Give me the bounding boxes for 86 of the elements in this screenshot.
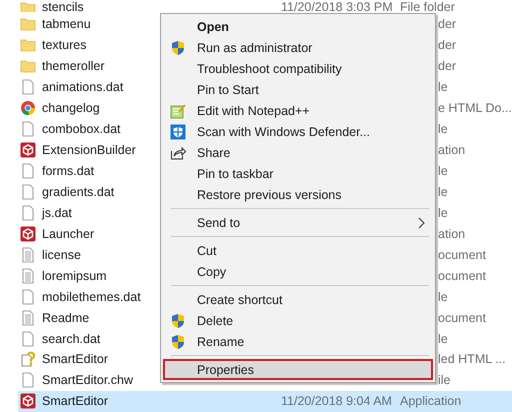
menu-item[interactable]: Troubleshoot compatibility	[163, 58, 433, 79]
shield-icon	[170, 40, 186, 56]
menu-item[interactable]: Pin to taskbar	[163, 163, 433, 184]
file-name: loremipsum	[42, 268, 108, 283]
file-icon	[20, 121, 36, 138]
folder-icon	[20, 0, 36, 12]
notepad-icon	[170, 102, 186, 118]
file-type: le	[438, 206, 448, 220]
file-type: Application	[400, 394, 462, 408]
file-type: le	[438, 290, 448, 304]
file-type: le	[438, 164, 448, 178]
file-name: Readme	[42, 310, 90, 325]
file-name: license	[42, 248, 82, 262]
file-name: mobilethemes.dat	[42, 290, 142, 304]
folder-icon	[20, 37, 36, 54]
help-file-icon	[20, 351, 36, 368]
file-name: changelog	[42, 101, 101, 116]
menu-item[interactable]: Rename	[163, 331, 433, 352]
file-type: ocument	[438, 310, 486, 325]
menu-item[interactable]: Share	[163, 142, 433, 163]
file-icon	[20, 184, 36, 200]
file-type: der	[438, 17, 456, 32]
file-type: le	[438, 80, 448, 94]
chevron-right-icon	[418, 216, 425, 228]
selected-file-row[interactable]: SmartEditor 11/20/2018 9:04 AM Application	[18, 390, 512, 412]
file-icon	[20, 79, 36, 96]
menu-item[interactable]: Run as administrator	[163, 37, 433, 58]
shield-icon	[170, 334, 186, 350]
menu-item[interactable]: Create shortcut	[163, 289, 433, 310]
menu-item[interactable]: Edit with Notepad++	[163, 100, 433, 121]
cube-app-icon	[20, 393, 36, 410]
file-name: search.dat	[42, 332, 102, 346]
file-type: ation	[438, 143, 466, 158]
file-name: stencils	[42, 0, 85, 14]
file-type: le	[438, 332, 448, 346]
shield-icon	[170, 312, 186, 328]
shield-window-icon	[170, 124, 186, 140]
menu-item[interactable]: Pin to Start	[163, 79, 433, 100]
menu-item[interactable]: Send to	[163, 212, 433, 233]
file-icon	[20, 204, 36, 221]
file-type: File folder	[400, 0, 455, 14]
file-name: SmartEditor	[42, 394, 109, 408]
menu-item[interactable]: Open	[163, 16, 433, 37]
file-name: themeroller	[42, 59, 106, 74]
cube-app-icon	[20, 142, 36, 158]
menu-item[interactable]: Scan with Windows Defender...	[163, 121, 433, 142]
menu-item[interactable]: Delete	[163, 310, 433, 331]
menu-item[interactable]: Restore previous versions	[163, 184, 433, 205]
file-name: combobox.dat	[42, 122, 122, 136]
file-name: animations.dat	[42, 80, 124, 94]
file-type: ocument	[438, 268, 486, 283]
text-file-icon	[20, 246, 36, 263]
file-name: js.dat	[42, 206, 73, 220]
file-type: led HTML ...	[438, 352, 506, 366]
file-type: der	[438, 38, 456, 52]
file-name: gradients.dat	[42, 184, 116, 199]
menu-item[interactable]: Properties	[163, 359, 433, 380]
file-icon	[20, 372, 36, 388]
folder-icon	[20, 16, 36, 32]
file-icon	[20, 163, 36, 180]
menu-item[interactable]: Copy	[163, 261, 433, 282]
file-name: Launcher	[42, 226, 96, 241]
text-file-icon	[20, 268, 36, 284]
file-name: textures	[42, 38, 88, 52]
folder-icon	[20, 58, 36, 74]
file-date: 11/20/2018 9:04 AM	[281, 394, 393, 408]
file-date: 11/20/2018 3:03 PM	[281, 0, 394, 14]
file-type: ation	[438, 226, 466, 241]
file-type: der	[438, 59, 456, 74]
file-type: ile	[438, 373, 451, 388]
share-icon	[170, 144, 186, 160]
file-type: e HTML Do...	[438, 101, 512, 116]
file-icon	[20, 288, 36, 305]
file-name: SmartEditor.chw	[42, 373, 134, 388]
menu-item[interactable]: Cut	[163, 240, 433, 261]
file-icon	[20, 330, 36, 347]
file-name: forms.dat	[42, 164, 96, 178]
file-type: le	[438, 122, 448, 136]
round-logo-icon	[20, 100, 36, 116]
file-type: le	[438, 184, 448, 199]
cube-app-icon	[20, 226, 36, 242]
file-name: SmartEditor	[42, 352, 109, 366]
file-name: ExtensionBuilder	[42, 143, 137, 158]
file-name: tabmenu	[42, 17, 92, 32]
text-file-icon	[20, 310, 36, 326]
file-type: ocument	[438, 248, 486, 262]
